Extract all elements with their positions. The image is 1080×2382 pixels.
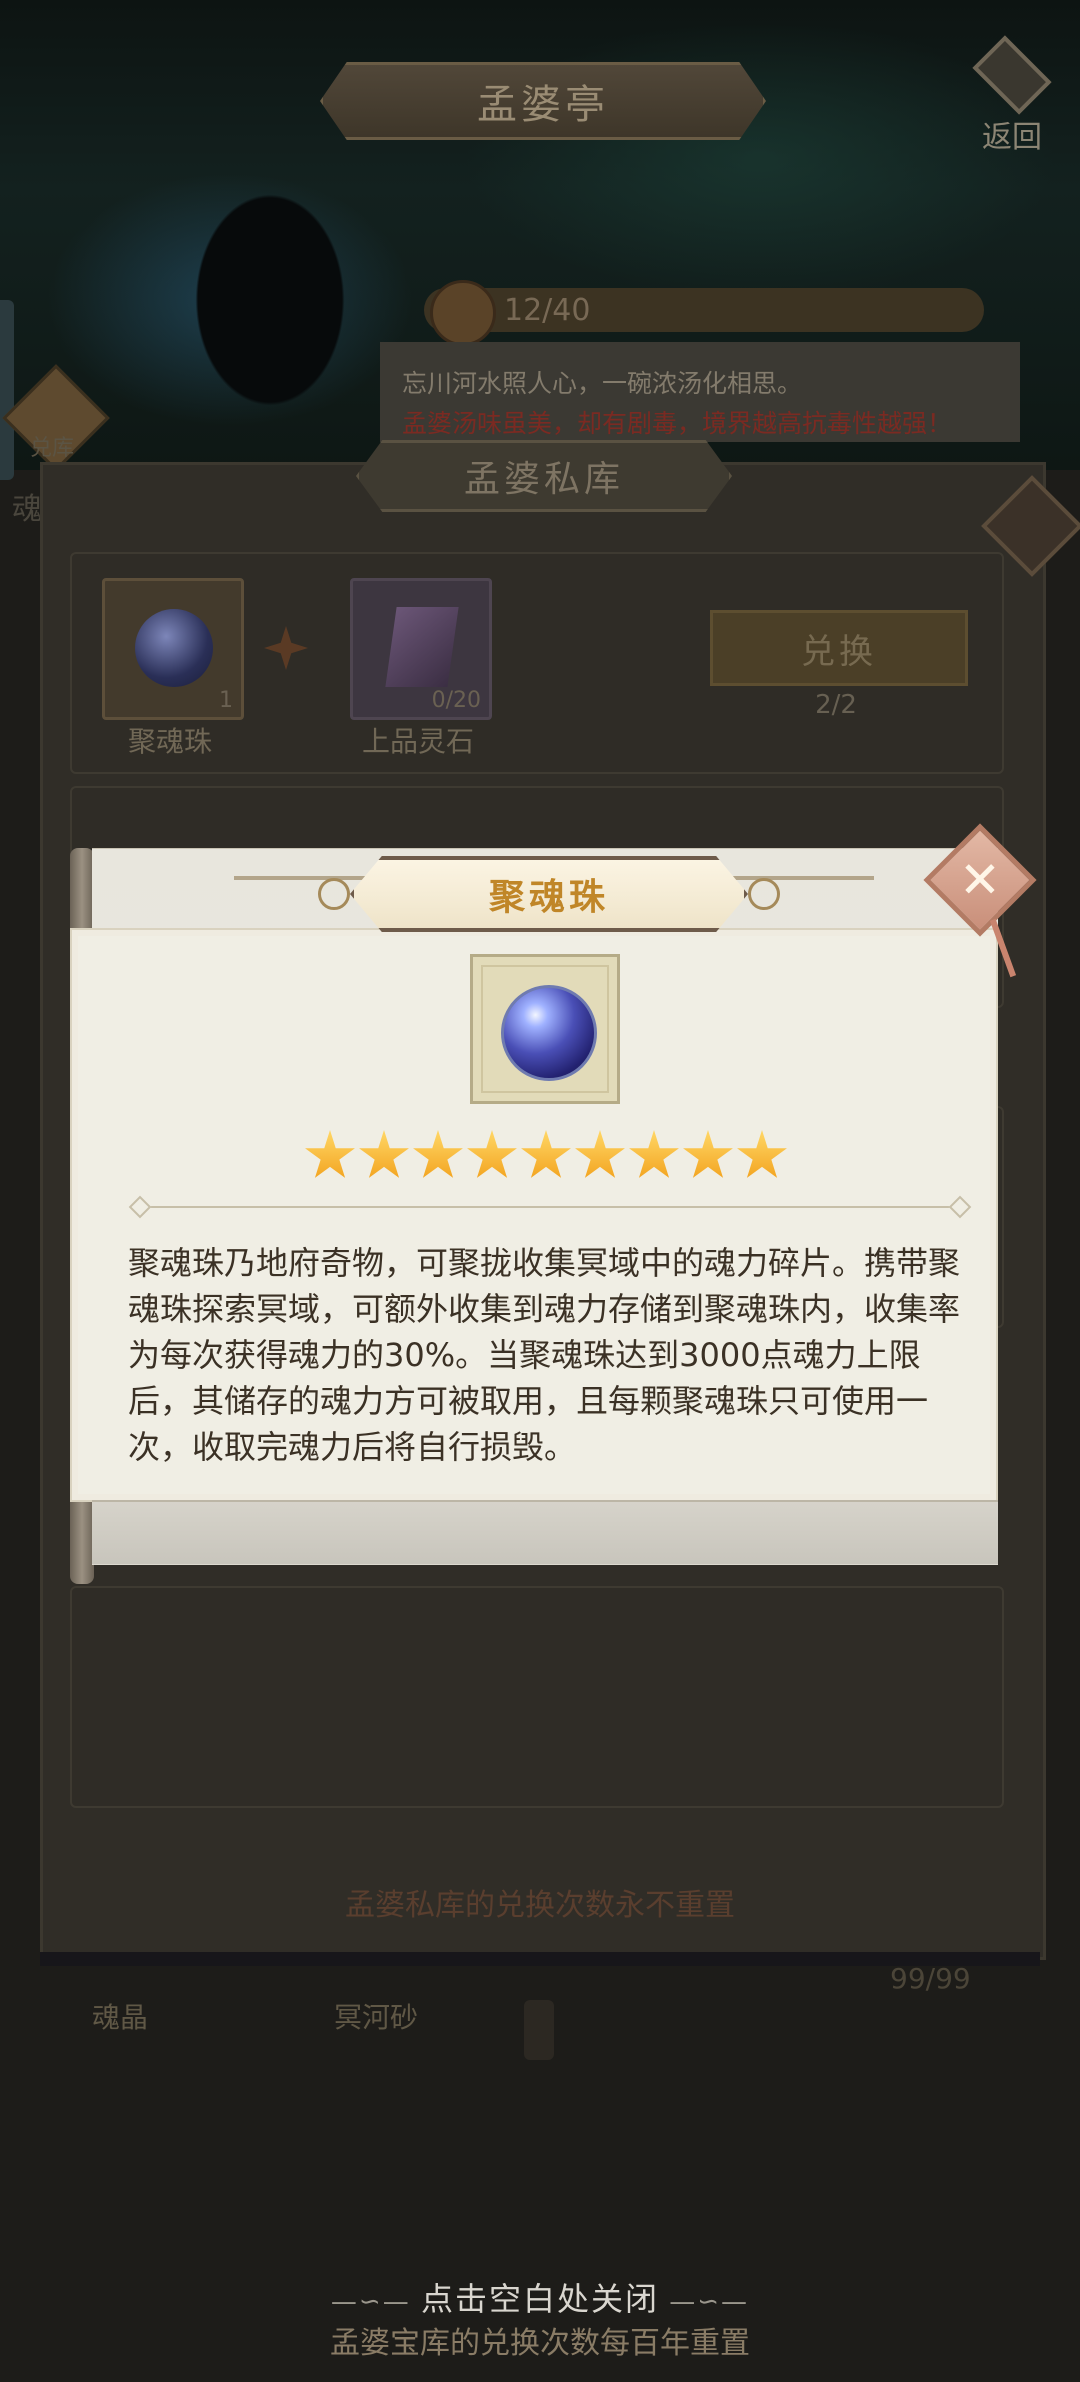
close-hint-text: 点击空白处关闭 [420, 2280, 659, 2318]
item-label: 上品灵石 [361, 725, 474, 758]
divider [140, 1206, 960, 1208]
vault-footer: 孟婆私库的兑换次数永不重置 [345, 1888, 735, 1923]
exchange-row: 1 聚魂珠 0/20 上品灵石 兑换 2/2 [70, 552, 1004, 774]
soup-bowl-icon [430, 280, 496, 346]
star-rating [304, 1130, 794, 1184]
close-hint[interactable]: —∽— 点击空白处关闭 —∽— [0, 2274, 1080, 2320]
back-label: 返回 [982, 120, 1042, 155]
star-icon [359, 1130, 409, 1178]
info-line-2: 孟婆汤味虽美，却有剧毒，境界越高抗毒性越强！ [402, 409, 953, 438]
vault-title: 孟婆私库 [356, 440, 732, 512]
star-icon [575, 1130, 625, 1178]
star-icon [737, 1130, 787, 1178]
exchange-remaining: 99/99 [890, 1962, 971, 1995]
bell-ornament-icon [524, 2000, 554, 2060]
soul-orb-icon [135, 609, 213, 687]
exchange-arrow-icon [264, 626, 308, 670]
spirit-stone-icon [385, 607, 459, 687]
cloud-ornament-icon [318, 878, 350, 910]
page-title: 孟婆亭 [320, 62, 766, 140]
item-count: 1 [219, 688, 233, 713]
exchange-button[interactable]: 兑换 [710, 610, 968, 686]
star-icon [413, 1130, 463, 1178]
star-icon [683, 1130, 733, 1178]
exchange-badge-label: 兑库 [30, 436, 75, 461]
back-button[interactable]: 返回 [968, 35, 1056, 156]
info-line-1: 忘川河水照人心，一碗浓汤化相思。 [402, 369, 803, 398]
item-count: 0/20 [431, 688, 481, 713]
star-icon [467, 1130, 517, 1178]
energy-counter: 12/40 [424, 288, 984, 332]
item-label: 聚魂珠 [127, 725, 212, 758]
ornament-right: —∽— [659, 2287, 750, 2317]
item-slot-soul-orb[interactable]: 1 [102, 578, 244, 720]
item-slot-spirit-stone[interactable]: 0/20 [350, 578, 492, 720]
side-label: 魂 [12, 492, 42, 527]
modal-bottom-strip [92, 1500, 998, 1564]
treasury-reset-note: 孟婆宝库的兑换次数每百年重置 [330, 2326, 750, 2361]
star-icon [521, 1130, 571, 1178]
side-tab[interactable] [0, 300, 14, 480]
modal-title: 聚魂珠 [350, 856, 748, 932]
item-description: 聚魂珠乃地府奇物，可聚拢收集冥域中的魂力碎片。携带聚魂珠探索冥域，可额外收集到魂… [128, 1244, 961, 1466]
item-label: 冥河砂 [334, 2001, 419, 2034]
ornament-left: —∽— [330, 2287, 421, 2317]
item-icon-frame [470, 954, 620, 1104]
soul-orb-icon [501, 985, 597, 1081]
cloud-ornament-icon [748, 878, 780, 910]
star-icon [305, 1130, 355, 1178]
close-icon: ✕ [959, 851, 1001, 909]
info-box: 忘川河水照人心，一碗浓汤化相思。 孟婆汤味虽美，却有剧毒，境界越高抗毒性越强！ [380, 342, 1020, 442]
exchange-remaining: 2/2 [815, 690, 857, 720]
exchange-row [70, 1586, 1004, 1808]
star-icon [629, 1130, 679, 1178]
item-label: 魂晶 [92, 2001, 149, 2034]
